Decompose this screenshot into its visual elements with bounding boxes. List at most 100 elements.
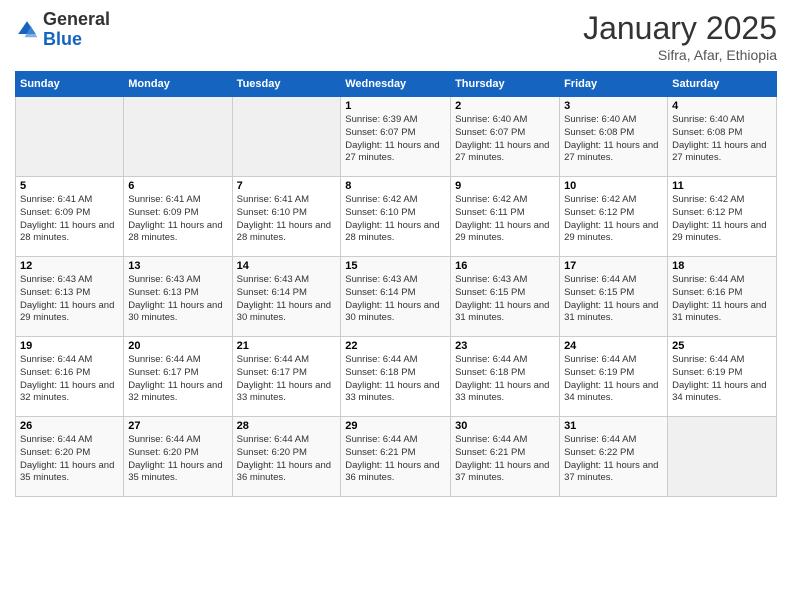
day-number: 12: [20, 260, 119, 272]
page: General Blue January 2025 Sifra, Afar, E…: [0, 0, 792, 612]
calendar-cell: 30 Sunrise: 6:44 AMSunset: 6:21 PMDayligh…: [451, 417, 560, 497]
day-number: 6: [128, 180, 227, 192]
day-number: 4: [672, 100, 772, 112]
cell-content: Sunrise: 6:40 AMSunset: 6:07 PMDaylight:…: [455, 114, 555, 165]
weekday-header-row: SundayMondayTuesdayWednesdayThursdayFrid…: [16, 72, 777, 97]
weekday-header-friday: Friday: [560, 72, 668, 97]
cell-content: Sunrise: 6:44 AMSunset: 6:15 PMDaylight:…: [564, 274, 663, 325]
cell-content: Sunrise: 6:43 AMSunset: 6:15 PMDaylight:…: [455, 274, 555, 325]
week-row-2: 5 Sunrise: 6:41 AMSunset: 6:09 PMDaylight…: [16, 177, 777, 257]
cell-content: Sunrise: 6:44 AMSunset: 6:19 PMDaylight:…: [564, 354, 663, 405]
cell-content: Sunrise: 6:44 AMSunset: 6:18 PMDaylight:…: [455, 354, 555, 405]
day-number: 31: [564, 420, 663, 432]
calendar-cell: 13Sunrise: 6:43 AMSunset: 6:13 PMDayligh…: [124, 257, 232, 337]
weekday-header-sunday: Sunday: [16, 72, 124, 97]
calendar-cell: 21 Sunrise: 6:44 AMSunset: 6:17 PMDayligh…: [232, 337, 341, 417]
cell-content: Sunrise: 6:44 AMSunset: 6:21 PMDaylight:…: [455, 434, 555, 485]
cell-content: Sunrise: 6:44 AMSunset: 6:17 PMDaylight:…: [128, 354, 227, 405]
logo-text: General Blue: [43, 10, 110, 50]
cell-content: Sunrise: 6:43 AMSunset: 6:14 PMDaylight:…: [237, 274, 337, 325]
logo-icon: [15, 18, 39, 42]
cell-content: Sunrise: 6:44 AMSunset: 6:16 PMDaylight:…: [20, 354, 119, 405]
calendar-cell: 29 Sunrise: 6:44 AMSunset: 6:21 PMDayligh…: [341, 417, 451, 497]
calendar-cell: 5 Sunrise: 6:41 AMSunset: 6:09 PMDaylight…: [16, 177, 124, 257]
day-number: 14: [237, 260, 337, 272]
day-number: 27: [128, 420, 227, 432]
calendar-cell: 23Sunrise: 6:44 AMSunset: 6:18 PMDayligh…: [451, 337, 560, 417]
weekday-header-saturday: Saturday: [668, 72, 777, 97]
cell-content: Sunrise: 6:42 AMSunset: 6:10 PMDaylight:…: [345, 194, 446, 245]
cell-content: Sunrise: 6:43 AMSunset: 6:13 PMDaylight:…: [128, 274, 227, 325]
cell-content: Sunrise: 6:40 AMSunset: 6:08 PMDaylight:…: [564, 114, 663, 165]
cell-content: Sunrise: 6:44 AMSunset: 6:21 PMDaylight:…: [345, 434, 446, 485]
calendar-cell: 8Sunrise: 6:42 AMSunset: 6:10 PMDaylight…: [341, 177, 451, 257]
cell-content: Sunrise: 6:44 AMSunset: 6:18 PMDaylight:…: [345, 354, 446, 405]
calendar-cell: 4 Sunrise: 6:40 AMSunset: 6:08 PMDaylight…: [668, 97, 777, 177]
day-number: 28: [237, 420, 337, 432]
cell-content: Sunrise: 6:44 AMSunset: 6:16 PMDaylight:…: [672, 274, 772, 325]
calendar-cell: [124, 97, 232, 177]
cell-content: Sunrise: 6:39 AMSunset: 6:07 PMDaylight:…: [345, 114, 446, 165]
day-number: 26: [20, 420, 119, 432]
day-number: 29: [345, 420, 446, 432]
cell-content: Sunrise: 6:43 AMSunset: 6:13 PMDaylight:…: [20, 274, 119, 325]
day-number: 30: [455, 420, 555, 432]
calendar-cell: [668, 417, 777, 497]
calendar-cell: 1Sunrise: 6:39 AMSunset: 6:07 PMDaylight…: [341, 97, 451, 177]
calendar-cell: 18 Sunrise: 6:44 AMSunset: 6:16 PMDayligh…: [668, 257, 777, 337]
week-row-1: 1Sunrise: 6:39 AMSunset: 6:07 PMDaylight…: [16, 97, 777, 177]
calendar-cell: 17Sunrise: 6:44 AMSunset: 6:15 PMDayligh…: [560, 257, 668, 337]
calendar-cell: 19 Sunrise: 6:44 AMSunset: 6:16 PMDayligh…: [16, 337, 124, 417]
week-row-5: 26 Sunrise: 6:44 AMSunset: 6:20 PMDayligh…: [16, 417, 777, 497]
calendar-cell: 22 Sunrise: 6:44 AMSunset: 6:18 PMDayligh…: [341, 337, 451, 417]
calendar-cell: 3 Sunrise: 6:40 AMSunset: 6:08 PMDaylight…: [560, 97, 668, 177]
header: General Blue January 2025 Sifra, Afar, E…: [15, 10, 777, 63]
calendar-cell: 25 Sunrise: 6:44 AMSunset: 6:19 PMDayligh…: [668, 337, 777, 417]
calendar-cell: [16, 97, 124, 177]
cell-content: Sunrise: 6:44 AMSunset: 6:17 PMDaylight:…: [237, 354, 337, 405]
logo: General Blue: [15, 10, 110, 50]
cell-content: Sunrise: 6:44 AMSunset: 6:22 PMDaylight:…: [564, 434, 663, 485]
cell-content: Sunrise: 6:42 AMSunset: 6:12 PMDaylight:…: [564, 194, 663, 245]
calendar-cell: 6 Sunrise: 6:41 AMSunset: 6:09 PMDaylight…: [124, 177, 232, 257]
cell-content: Sunrise: 6:41 AMSunset: 6:09 PMDaylight:…: [128, 194, 227, 245]
cell-content: Sunrise: 6:41 AMSunset: 6:10 PMDaylight:…: [237, 194, 337, 245]
day-number: 25: [672, 340, 772, 352]
calendar-cell: 7 Sunrise: 6:41 AMSunset: 6:10 PMDaylight…: [232, 177, 341, 257]
cell-content: Sunrise: 6:44 AMSunset: 6:19 PMDaylight:…: [672, 354, 772, 405]
cell-content: Sunrise: 6:44 AMSunset: 6:20 PMDaylight:…: [128, 434, 227, 485]
weekday-header-tuesday: Tuesday: [232, 72, 341, 97]
day-number: 15: [345, 260, 446, 272]
day-number: 22: [345, 340, 446, 352]
location: Sifra, Afar, Ethiopia: [583, 47, 777, 63]
calendar: SundayMondayTuesdayWednesdayThursdayFrid…: [15, 71, 777, 497]
day-number: 7: [237, 180, 337, 192]
cell-content: Sunrise: 6:40 AMSunset: 6:08 PMDaylight:…: [672, 114, 772, 165]
cell-content: Sunrise: 6:42 AMSunset: 6:11 PMDaylight:…: [455, 194, 555, 245]
calendar-cell: 10Sunrise: 6:42 AMSunset: 6:12 PMDayligh…: [560, 177, 668, 257]
day-number: 16: [455, 260, 555, 272]
calendar-cell: 14 Sunrise: 6:43 AMSunset: 6:14 PMDayligh…: [232, 257, 341, 337]
calendar-cell: 11Sunrise: 6:42 AMSunset: 6:12 PMDayligh…: [668, 177, 777, 257]
day-number: 9: [455, 180, 555, 192]
cell-content: Sunrise: 6:41 AMSunset: 6:09 PMDaylight:…: [20, 194, 119, 245]
calendar-cell: 26 Sunrise: 6:44 AMSunset: 6:20 PMDayligh…: [16, 417, 124, 497]
day-number: 19: [20, 340, 119, 352]
day-number: 18: [672, 260, 772, 272]
week-row-3: 12 Sunrise: 6:43 AMSunset: 6:13 PMDayligh…: [16, 257, 777, 337]
day-number: 11: [672, 180, 772, 192]
cell-content: Sunrise: 6:43 AMSunset: 6:14 PMDaylight:…: [345, 274, 446, 325]
calendar-cell: 2 Sunrise: 6:40 AMSunset: 6:07 PMDaylight…: [451, 97, 560, 177]
calendar-cell: 9 Sunrise: 6:42 AMSunset: 6:11 PMDaylight…: [451, 177, 560, 257]
cell-content: Sunrise: 6:44 AMSunset: 6:20 PMDaylight:…: [237, 434, 337, 485]
day-number: 20: [128, 340, 227, 352]
day-number: 3: [564, 100, 663, 112]
day-number: 21: [237, 340, 337, 352]
day-number: 5: [20, 180, 119, 192]
day-number: 2: [455, 100, 555, 112]
title-section: January 2025 Sifra, Afar, Ethiopia: [583, 10, 777, 63]
cell-content: Sunrise: 6:44 AMSunset: 6:20 PMDaylight:…: [20, 434, 119, 485]
calendar-cell: 16 Sunrise: 6:43 AMSunset: 6:15 PMDayligh…: [451, 257, 560, 337]
calendar-cell: 27 Sunrise: 6:44 AMSunset: 6:20 PMDayligh…: [124, 417, 232, 497]
weekday-header-wednesday: Wednesday: [341, 72, 451, 97]
